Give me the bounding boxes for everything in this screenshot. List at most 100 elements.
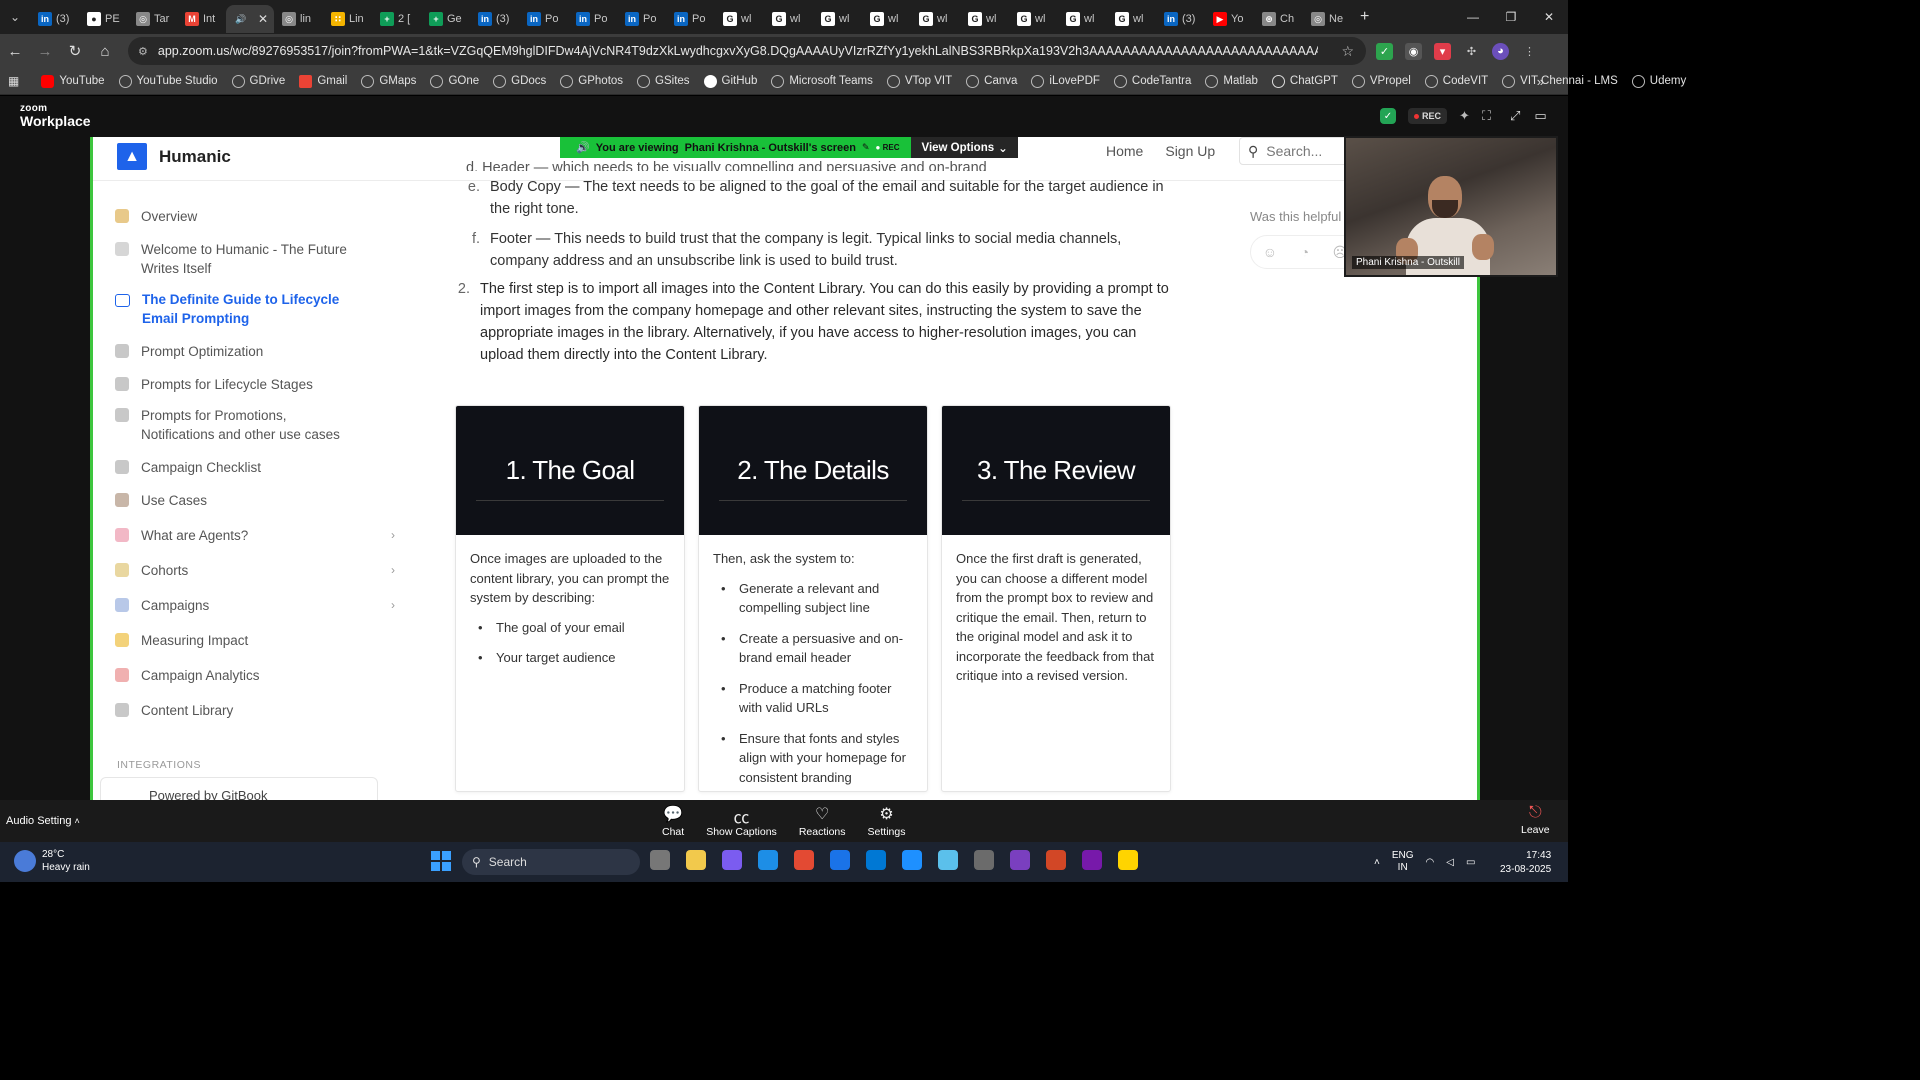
system-clock[interactable]: 17:43 23-08-2025: [1500, 849, 1551, 877]
bookmarks-overflow-icon[interactable]: »: [1537, 74, 1544, 89]
bookmark-item[interactable]: CodeTantra: [1113, 74, 1191, 88]
address-bar[interactable]: ⚙ app.zoom.us/wc/89276953517/join?fromPW…: [128, 37, 1366, 65]
extension-shield-icon[interactable]: ✓: [1376, 42, 1393, 60]
browser-tab[interactable]: in Po: [617, 5, 666, 33]
battery-icon[interactable]: ▭: [1466, 857, 1475, 868]
taskbar-app-icon[interactable]: [686, 850, 706, 870]
taskbar-app-icon[interactable]: [902, 850, 922, 870]
encryption-shield-icon[interactable]: ✓: [1380, 108, 1396, 124]
bookmark-item[interactable]: Microsoft Teams: [771, 74, 873, 88]
taskbar-app-icon[interactable]: [866, 850, 886, 870]
bookmark-item[interactable]: iLovePDF: [1031, 74, 1100, 88]
browser-tab[interactable]: Gwl: [960, 5, 1009, 33]
reload-icon[interactable]: ↻: [60, 42, 90, 60]
bookmark-item[interactable]: GDrive: [231, 74, 285, 88]
sidebar-item[interactable]: Measuring Impact: [115, 631, 395, 650]
bookmark-item[interactable]: YouTube: [41, 74, 105, 88]
minimize-icon[interactable]: —: [1454, 0, 1492, 34]
browser-tab[interactable]: Gwl: [862, 5, 911, 33]
fullscreen-icon[interactable]: ⤢: [1510, 108, 1520, 124]
taskbar-app-icon[interactable]: [974, 850, 994, 870]
tab-search-icon[interactable]: ⌄: [0, 0, 30, 34]
sidebar-item[interactable]: Overview: [115, 207, 395, 226]
search-input[interactable]: ⚲ Search...: [1239, 137, 1354, 165]
language-indicator[interactable]: ENG IN: [1392, 850, 1414, 874]
taskbar-app-icon[interactable]: [830, 850, 850, 870]
reactions-button[interactable]: ♡ Reactions: [799, 804, 846, 838]
bookmark-item[interactable]: YouTube Studio: [118, 74, 218, 88]
browser-tab[interactable]: Gwl: [911, 5, 960, 33]
site-info-icon[interactable]: ⚙: [138, 45, 148, 58]
sidebar-item[interactable]: Prompts for Promotions, Notifications an…: [115, 406, 395, 444]
forward-icon[interactable]: →: [30, 43, 60, 60]
tray-overflow-icon[interactable]: ˄: [1374, 857, 1380, 868]
taskbar-app-icon[interactable]: [722, 850, 742, 870]
taskbar-app-icon[interactable]: [650, 850, 670, 870]
bookmark-item[interactable]: GitHub: [703, 74, 757, 88]
extension-camera-icon[interactable]: ◉: [1405, 42, 1422, 60]
browser-tab[interactable]: in (3): [30, 5, 79, 33]
browser-tab[interactable]: ⊛ Ch: [1254, 5, 1303, 33]
browser-tab[interactable]: ◎ lin: [274, 5, 323, 33]
taskbar-app-icon[interactable]: [794, 850, 814, 870]
captions-button[interactable]: ㏄ Show Captions: [706, 804, 777, 838]
wifi-icon[interactable]: ◠: [1426, 857, 1435, 868]
browser-tab[interactable]: +2 [: [372, 5, 421, 33]
browser-tab[interactable]: Gwl: [1058, 5, 1107, 33]
browser-tab[interactable]: ◎ Ne: [1303, 5, 1352, 33]
apps-grid-icon[interactable]: ▦: [8, 74, 19, 88]
leave-button[interactable]: ⎋ Leave: [1521, 804, 1550, 836]
sidebar-item[interactable]: Prompts for Lifecycle Stages: [115, 375, 395, 394]
sparkle-icon[interactable]: ✦: [1459, 108, 1470, 124]
browser-menu-icon[interactable]: ⋮: [1521, 43, 1538, 60]
sidebar-item[interactable]: Use Cases: [115, 491, 395, 510]
bookmark-item[interactable]: GSites: [637, 74, 690, 88]
gallery-view-icon[interactable]: ⛶: [1482, 108, 1491, 124]
bookmark-item[interactable]: ChatGPT: [1271, 74, 1338, 88]
new-tab-icon[interactable]: +: [1360, 8, 1369, 26]
start-icon[interactable]: [431, 851, 451, 871]
browser-tab[interactable]: Gwl: [715, 5, 764, 33]
taskbar-app-icon[interactable]: [1046, 850, 1066, 870]
browser-tab[interactable]: Gwl: [1107, 5, 1156, 33]
sidebar-item[interactable]: Campaign Checklist: [115, 458, 395, 477]
url-text[interactable]: app.zoom.us/wc/89276953517/join?fromPWA=…: [158, 44, 1318, 58]
bookmark-item[interactable]: GOne: [430, 74, 479, 88]
browser-tab[interactable]: 🔊 ✕: [226, 5, 274, 33]
browser-tab[interactable]: Gwl: [764, 5, 813, 33]
bookmark-item[interactable]: CodeVIT: [1424, 74, 1488, 88]
browser-tab[interactable]: M Int: [177, 5, 226, 33]
browser-tab[interactable]: + Ge: [421, 5, 470, 33]
sidebar-item[interactable]: The Definite Guide to Lifecycle Email Pr…: [115, 290, 395, 328]
bookmark-star-icon[interactable]: ☆: [1341, 43, 1354, 60]
bookmark-item[interactable]: VIT Chennai - LMS: [1502, 74, 1618, 88]
recording-indicator[interactable]: REC: [1408, 108, 1448, 124]
browser-tab[interactable]: ∷ Lin: [323, 5, 372, 33]
extension-pocket-icon[interactable]: ▾: [1434, 42, 1451, 60]
chevron-right-icon[interactable]: ›: [391, 526, 395, 545]
browser-tab[interactable]: Gwl: [813, 5, 862, 33]
taskbar-app-icon[interactable]: [1010, 850, 1030, 870]
powered-by-gitbook-link[interactable]: Powered by GitBook: [100, 777, 378, 800]
view-layout-icon[interactable]: ▭: [1534, 108, 1546, 124]
browser-tab[interactable]: in (3): [1156, 5, 1205, 33]
profile-avatar[interactable]: ◕: [1492, 42, 1509, 60]
volume-icon[interactable]: ◁: [1446, 857, 1454, 868]
humanic-logo[interactable]: ▲ Humanic: [117, 143, 231, 170]
sidebar-item[interactable]: Content Library: [115, 701, 395, 720]
taskbar-app-icon[interactable]: [1082, 850, 1102, 870]
sidebar-item[interactable]: Campaigns ›: [115, 596, 395, 615]
bookmark-item[interactable]: Gmail: [299, 74, 347, 88]
happy-face-icon[interactable]: ☺: [1263, 244, 1277, 260]
taskbar-app-icon[interactable]: [1118, 850, 1138, 870]
sidebar-item[interactable]: What are Agents? ›: [115, 526, 395, 545]
sidebar-item[interactable]: Campaign Analytics: [115, 666, 395, 685]
browser-tab[interactable]: ◎ Tar: [128, 5, 177, 33]
sidebar-item[interactable]: Cohorts ›: [115, 561, 395, 580]
bookmark-item[interactable]: Matlab: [1205, 74, 1258, 88]
browser-tab[interactable]: in Po: [666, 5, 715, 33]
bookmark-item[interactable]: VPropel: [1351, 74, 1411, 88]
weather-widget[interactable]: 28°C Heavy rain: [14, 848, 90, 874]
taskbar-search[interactable]: ⚲ Search: [462, 849, 640, 875]
bookmark-item[interactable]: GMaps: [361, 74, 416, 88]
